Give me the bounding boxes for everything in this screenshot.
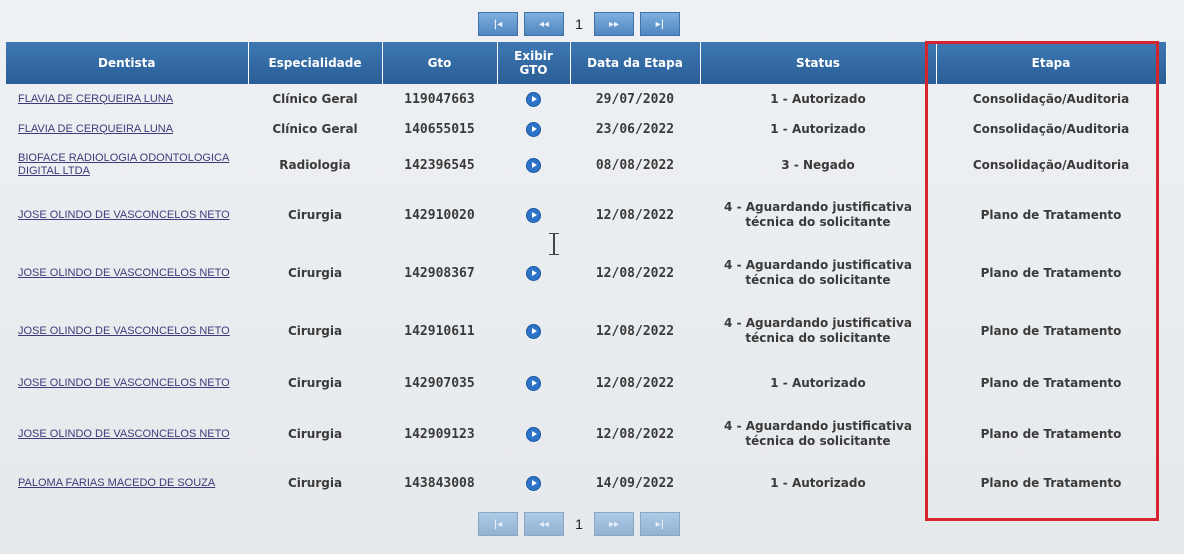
column-header-especialidade[interactable]: Especialidade — [248, 42, 383, 84]
status-cell: 4 - Aguardando justificativa técnica do … — [724, 419, 912, 448]
view-gto-icon[interactable] — [526, 475, 541, 491]
dentist-link[interactable]: JOSE OLINDO DE VASCONCELOS NETO — [18, 209, 230, 221]
next-page-button[interactable]: ▸▸ — [594, 512, 634, 536]
view-gto-icon[interactable] — [526, 207, 541, 223]
gto-cell: 140655015 — [404, 121, 475, 137]
specialty-cell: Cirurgia — [287, 427, 343, 441]
specialty-cell: Clínico Geral — [272, 122, 358, 136]
date-cell: 12/08/2022 — [595, 375, 675, 391]
date-cell: 08/08/2022 — [595, 157, 675, 173]
table-row: JOSE OLINDO DE VASCONCELOS NETO Cirurgia… — [6, 406, 1166, 462]
etapa-cell: Consolidação/Auditoria — [972, 158, 1130, 172]
date-cell: 12/08/2022 — [595, 323, 675, 339]
dentist-link[interactable]: JOSE OLINDO DE VASCONCELOS NETO — [18, 325, 230, 337]
current-page-number: 1 — [575, 516, 583, 532]
status-cell: 3 - Negado — [781, 157, 855, 172]
view-gto-icon[interactable] — [526, 121, 541, 137]
view-gto-icon[interactable] — [526, 265, 541, 281]
table-row: FLAVIA DE CERQUEIRA LUNA Clínico Geral 1… — [6, 114, 1166, 144]
view-gto-icon[interactable] — [526, 426, 541, 442]
view-gto-icon[interactable] — [526, 375, 541, 391]
etapa-cell: Consolidação/Auditoria — [972, 92, 1130, 106]
specialty-cell: Cirurgia — [287, 324, 343, 338]
date-cell: 12/08/2022 — [595, 426, 675, 442]
gto-cell: 142910611 — [404, 323, 475, 339]
dentist-link[interactable]: FLAVIA DE CERQUEIRA LUNA — [18, 123, 173, 135]
status-cell: 1 - Autorizado — [770, 91, 866, 106]
date-cell: 29/07/2020 — [595, 91, 675, 107]
dentist-link[interactable]: PALOMA FARIAS MACEDO DE SOUZA — [18, 477, 215, 489]
last-page-button[interactable]: ▸| — [640, 12, 680, 36]
view-gto-icon[interactable] — [526, 157, 541, 173]
specialty-cell: Cirurgia — [287, 476, 343, 490]
dentist-link[interactable]: BIOFACE RADIOLOGIA ODONTOLOGICA DIGITAL … — [18, 152, 229, 177]
status-cell: 4 - Aguardando justificativa técnica do … — [724, 316, 912, 345]
pager-top: |◂ ◂◂ 1 ▸▸ ▸| — [478, 12, 680, 36]
date-cell: 12/08/2022 — [595, 265, 675, 281]
gto-cell: 143843008 — [404, 475, 475, 491]
column-header-exibir-gto[interactable]: Exibir GTO — [497, 42, 571, 84]
gto-cell: 142910020 — [404, 207, 475, 223]
dentist-link[interactable]: JOSE OLINDO DE VASCONCELOS NETO — [18, 267, 230, 279]
dentist-link[interactable]: JOSE OLINDO DE VASCONCELOS NETO — [18, 377, 230, 389]
status-cell: 1 - Autorizado — [770, 475, 866, 490]
status-cell: 1 - Autorizado — [770, 375, 866, 390]
column-header-etapa[interactable]: Etapa — [936, 42, 1167, 84]
prev-page-button[interactable]: ◂◂ — [524, 512, 564, 536]
etapa-cell: Plano de Tratamento — [980, 324, 1122, 338]
date-cell: 12/08/2022 — [595, 207, 675, 223]
etapa-cell: Plano de Tratamento — [980, 208, 1122, 222]
dentist-link[interactable]: JOSE OLINDO DE VASCONCELOS NETO — [18, 428, 230, 440]
etapa-cell: Plano de Tratamento — [980, 266, 1122, 280]
table-row: BIOFACE RADIOLOGIA ODONTOLOGICA DIGITAL … — [6, 144, 1166, 186]
column-header-dentista[interactable]: Dentista — [6, 42, 249, 84]
table-header-row: Dentista Especialidade Gto Exibir GTO Da… — [6, 42, 1167, 84]
column-header-gto[interactable]: Gto — [382, 42, 498, 84]
specialty-cell: Cirurgia — [287, 266, 343, 280]
gto-cell: 142909123 — [404, 426, 475, 442]
dentist-link[interactable]: FLAVIA DE CERQUEIRA LUNA — [18, 93, 173, 105]
etapa-cell: Plano de Tratamento — [980, 376, 1122, 390]
specialty-cell: Cirurgia — [287, 376, 343, 390]
last-page-button[interactable]: ▸| — [640, 512, 680, 536]
table-row: JOSE OLINDO DE VASCONCELOS NETO Cirurgia… — [6, 360, 1166, 406]
column-header-status[interactable]: Status — [700, 42, 937, 84]
specialty-cell: Cirurgia — [287, 208, 343, 222]
gto-cell: 142908367 — [404, 265, 475, 281]
etapa-cell: Consolidação/Auditoria — [972, 122, 1130, 136]
first-page-button[interactable]: |◂ — [478, 12, 518, 36]
view-gto-icon[interactable] — [526, 323, 541, 339]
date-cell: 14/09/2022 — [595, 475, 675, 491]
table-row: PALOMA FARIAS MACEDO DE SOUZA Cirurgia 1… — [6, 462, 1166, 504]
status-cell: 1 - Autorizado — [770, 121, 866, 136]
etapa-cell: Plano de Tratamento — [980, 476, 1122, 490]
table-row: FLAVIA DE CERQUEIRA LUNA Clínico Geral 1… — [6, 84, 1166, 114]
table-row: JOSE OLINDO DE VASCONCELOS NETO Cirurgia… — [6, 186, 1166, 244]
gto-cell: 142396545 — [404, 157, 475, 173]
current-page-number: 1 — [575, 16, 583, 32]
gto-cell: 119047663 — [404, 91, 475, 107]
pager-bottom: |◂ ◂◂ 1 ▸▸ ▸| — [478, 512, 680, 536]
specialty-cell: Clínico Geral — [272, 92, 358, 106]
column-header-data-etapa[interactable]: Data da Etapa — [570, 42, 701, 84]
status-cell: 4 - Aguardando justificativa técnica do … — [724, 200, 912, 229]
prev-page-button[interactable]: ◂◂ — [524, 12, 564, 36]
gto-table: Dentista Especialidade Gto Exibir GTO Da… — [6, 42, 1167, 504]
table-row: JOSE OLINDO DE VASCONCELOS NETO Cirurgia… — [6, 244, 1166, 302]
next-page-button[interactable]: ▸▸ — [594, 12, 634, 36]
date-cell: 23/06/2022 — [595, 121, 675, 137]
etapa-cell: Plano de Tratamento — [980, 427, 1122, 441]
view-gto-icon[interactable] — [526, 91, 541, 107]
page: |◂ ◂◂ 1 ▸▸ ▸| Dentista Especialidade Gto… — [0, 0, 1184, 554]
first-page-button[interactable]: |◂ — [478, 512, 518, 536]
gto-cell: 142907035 — [404, 375, 475, 391]
status-cell: 4 - Aguardando justificativa técnica do … — [724, 258, 912, 287]
specialty-cell: Radiologia — [279, 158, 351, 172]
table-row: JOSE OLINDO DE VASCONCELOS NETO Cirurgia… — [6, 302, 1166, 360]
